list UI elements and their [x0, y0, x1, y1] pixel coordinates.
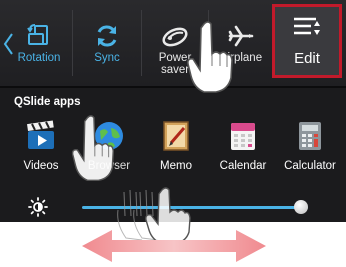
videos-icon [27, 120, 54, 149]
memo-icon [163, 121, 189, 151]
brightness-icon [28, 197, 48, 217]
separator [141, 10, 142, 76]
rotation-icon [27, 24, 48, 45]
separator [72, 10, 73, 76]
edit-sort-icon [294, 17, 320, 35]
calendar-icon [231, 123, 255, 150]
app-label: Memo [160, 160, 192, 172]
qslide-app-videos[interactable]: Videos [8, 118, 74, 178]
quick-setting-sync[interactable]: Sync [74, 0, 140, 86]
quick-settings-bar: Rotation Sync Power saver Airplane Edit [0, 0, 346, 86]
calculator-icon [299, 122, 321, 150]
qslide-app-calendar[interactable]: Calendar [210, 118, 276, 178]
brightness-slider-thumb[interactable] [294, 200, 309, 214]
swipe-arrows-icon [82, 230, 266, 262]
edit-button[interactable]: Edit [272, 4, 342, 78]
tap-gesture-hand-icon [71, 115, 115, 182]
app-label: Calendar [219, 160, 267, 172]
quick-setting-rotation[interactable]: Rotation [8, 0, 70, 86]
app-label: Calculator [284, 160, 336, 172]
app-label: Videos [23, 160, 59, 172]
qslide-app-memo[interactable]: Memo [143, 118, 209, 178]
quick-setting-label: Sync [94, 52, 120, 64]
qslide-title: QSlide apps [14, 96, 81, 108]
qslide-app-calculator[interactable]: Calculator [277, 118, 343, 178]
quick-setting-label: saver [160, 64, 190, 76]
edit-label: Edit [294, 50, 320, 67]
quick-setting-label: Rotation [17, 52, 61, 64]
sync-icon [97, 25, 117, 47]
divider [0, 86, 346, 88]
tap-gesture-hand-icon [187, 21, 233, 93]
